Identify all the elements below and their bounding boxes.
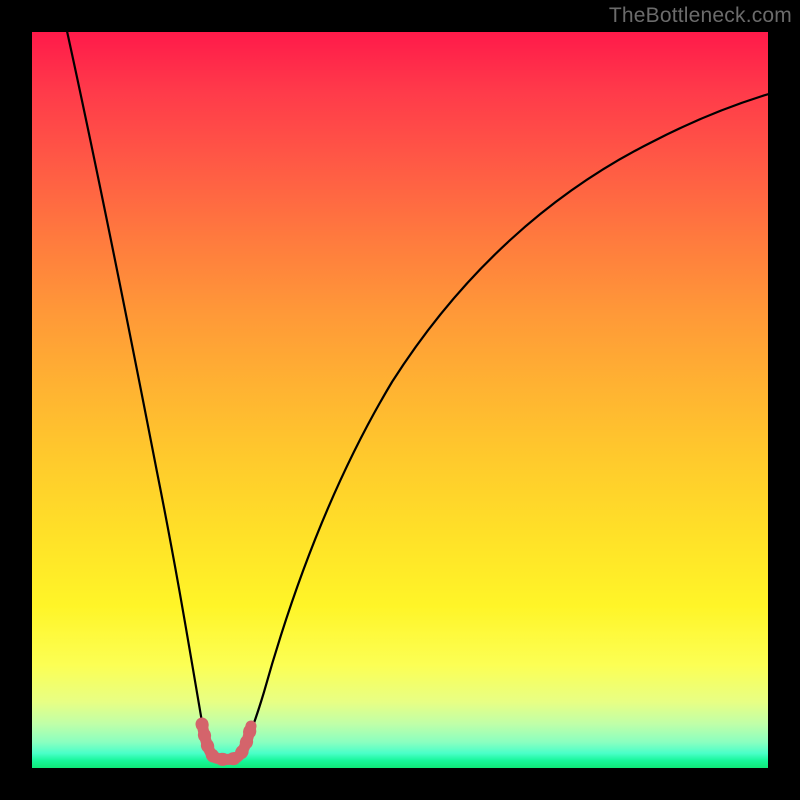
curve-layer <box>32 32 768 768</box>
chart-frame: TheBottleneck.com <box>0 0 800 800</box>
curve-left-branch <box>65 32 214 758</box>
watermark-text: TheBottleneck.com <box>609 4 792 28</box>
curve-right-branch <box>237 93 768 758</box>
plot-area <box>32 32 768 768</box>
